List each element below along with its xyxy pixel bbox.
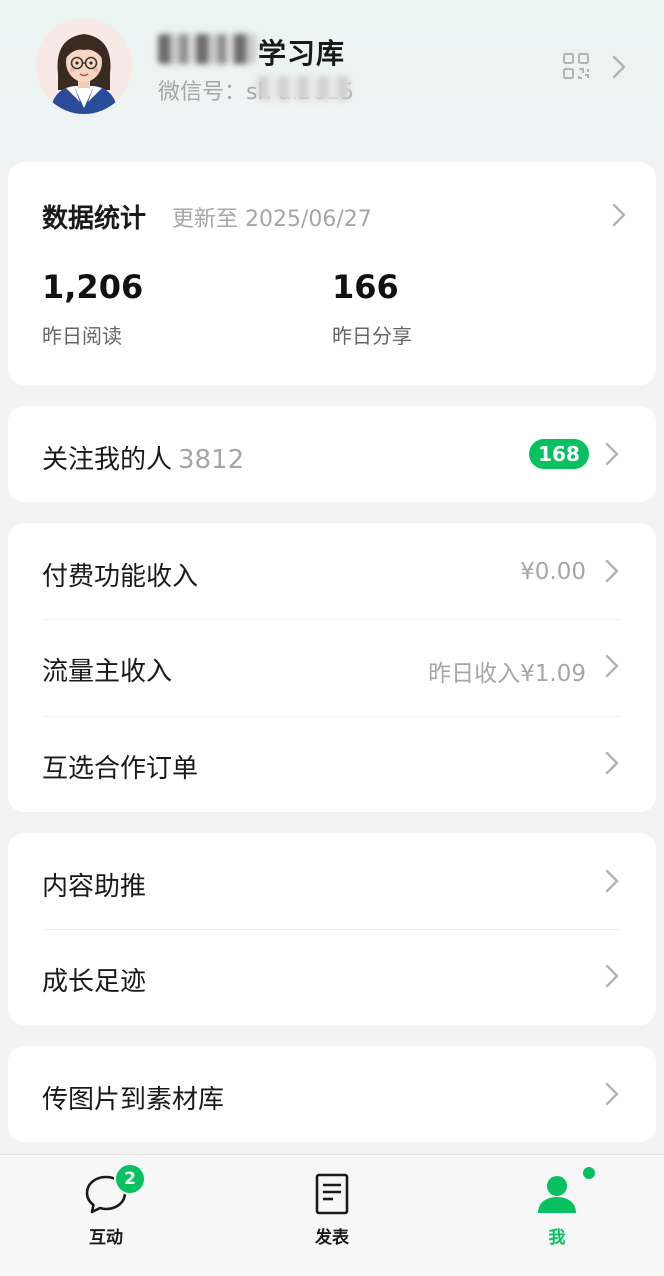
traffic-income-label: 流量主收入 bbox=[42, 657, 173, 687]
tab-interact-label: 互动 bbox=[89, 1228, 123, 1248]
new-followers-badge: 168 bbox=[529, 439, 589, 469]
followers-count: 3812 bbox=[178, 445, 245, 475]
income-card: 付费功能收入 ¥0.00 流量主收入 昨日收入¥1.09 互选合作订单 bbox=[8, 523, 656, 812]
tab-publish-label: 发表 bbox=[315, 1228, 349, 1248]
person-icon bbox=[534, 1171, 580, 1217]
coop-order-row[interactable]: 互选合作订单 bbox=[8, 717, 656, 812]
shares-label: 昨日分享 bbox=[332, 324, 412, 348]
followers-card[interactable]: 关注我的人 3812 168 bbox=[8, 406, 656, 502]
content-boost-label: 内容助推 bbox=[42, 872, 147, 902]
chevron-right-icon bbox=[612, 203, 626, 227]
notification-dot bbox=[581, 1165, 597, 1181]
followers-label: 关注我的人 bbox=[42, 445, 173, 475]
reads-value: 1,206 bbox=[42, 268, 144, 306]
redacted-name-mask bbox=[158, 34, 256, 64]
reads-label: 昨日阅读 bbox=[42, 324, 122, 348]
tab-interact[interactable]: 2 互动 bbox=[46, 1155, 166, 1276]
qr-code-icon[interactable] bbox=[562, 52, 590, 80]
coop-order-label: 互选合作订单 bbox=[42, 754, 199, 784]
chevron-right-icon bbox=[605, 964, 619, 988]
tab-publish[interactable]: 发表 bbox=[272, 1155, 392, 1276]
avatar[interactable] bbox=[36, 18, 132, 114]
shares-value: 166 bbox=[332, 268, 399, 306]
stats-card[interactable]: 数据统计 更新至 2025/06/27 1,206 昨日阅读 166 昨日分享 bbox=[8, 162, 656, 385]
traffic-income-row[interactable]: 流量主收入 昨日收入¥1.09 bbox=[8, 620, 656, 716]
tab-me[interactable]: 我 bbox=[497, 1155, 617, 1276]
chevron-right-icon bbox=[605, 654, 619, 678]
paid-income-value: ¥0.00 bbox=[520, 559, 586, 585]
followers-row: 关注我的人 3812 bbox=[42, 439, 244, 476]
document-icon bbox=[309, 1171, 355, 1217]
traffic-income-value: 昨日收入¥1.09 bbox=[428, 661, 586, 687]
stats-title: 数据统计 bbox=[42, 204, 147, 234]
profile-header[interactable]: 学习库 微信号：sh ai2015 bbox=[0, 0, 664, 150]
content-boost-row[interactable]: 内容助推 bbox=[8, 833, 656, 929]
chevron-right-icon bbox=[605, 1082, 619, 1106]
growth-footprint-row[interactable]: 成长足迹 bbox=[8, 930, 656, 1025]
unread-badge: 2 bbox=[114, 1163, 146, 1195]
redacted-id-mask bbox=[258, 76, 350, 100]
chevron-right-icon bbox=[605, 751, 619, 775]
paid-income-row[interactable]: 付费功能收入 ¥0.00 bbox=[8, 523, 656, 619]
growth-footprint-label: 成长足迹 bbox=[42, 967, 147, 997]
tab-me-label: 我 bbox=[548, 1228, 566, 1248]
chevron-right-icon bbox=[605, 442, 619, 466]
upload-material-label: 传图片到素材库 bbox=[42, 1085, 225, 1115]
bottom-tab-bar: 2 互动 发表 我 bbox=[0, 1154, 664, 1276]
material-card[interactable]: 传图片到素材库 bbox=[8, 1046, 656, 1142]
paid-income-label: 付费功能收入 bbox=[42, 562, 199, 592]
chevron-right-icon[interactable] bbox=[612, 55, 626, 79]
chevron-right-icon bbox=[605, 869, 619, 893]
stats-updated: 更新至 2025/06/27 bbox=[172, 207, 372, 232]
chevron-right-icon bbox=[605, 559, 619, 583]
growth-card: 内容助推 成长足迹 bbox=[8, 833, 656, 1025]
